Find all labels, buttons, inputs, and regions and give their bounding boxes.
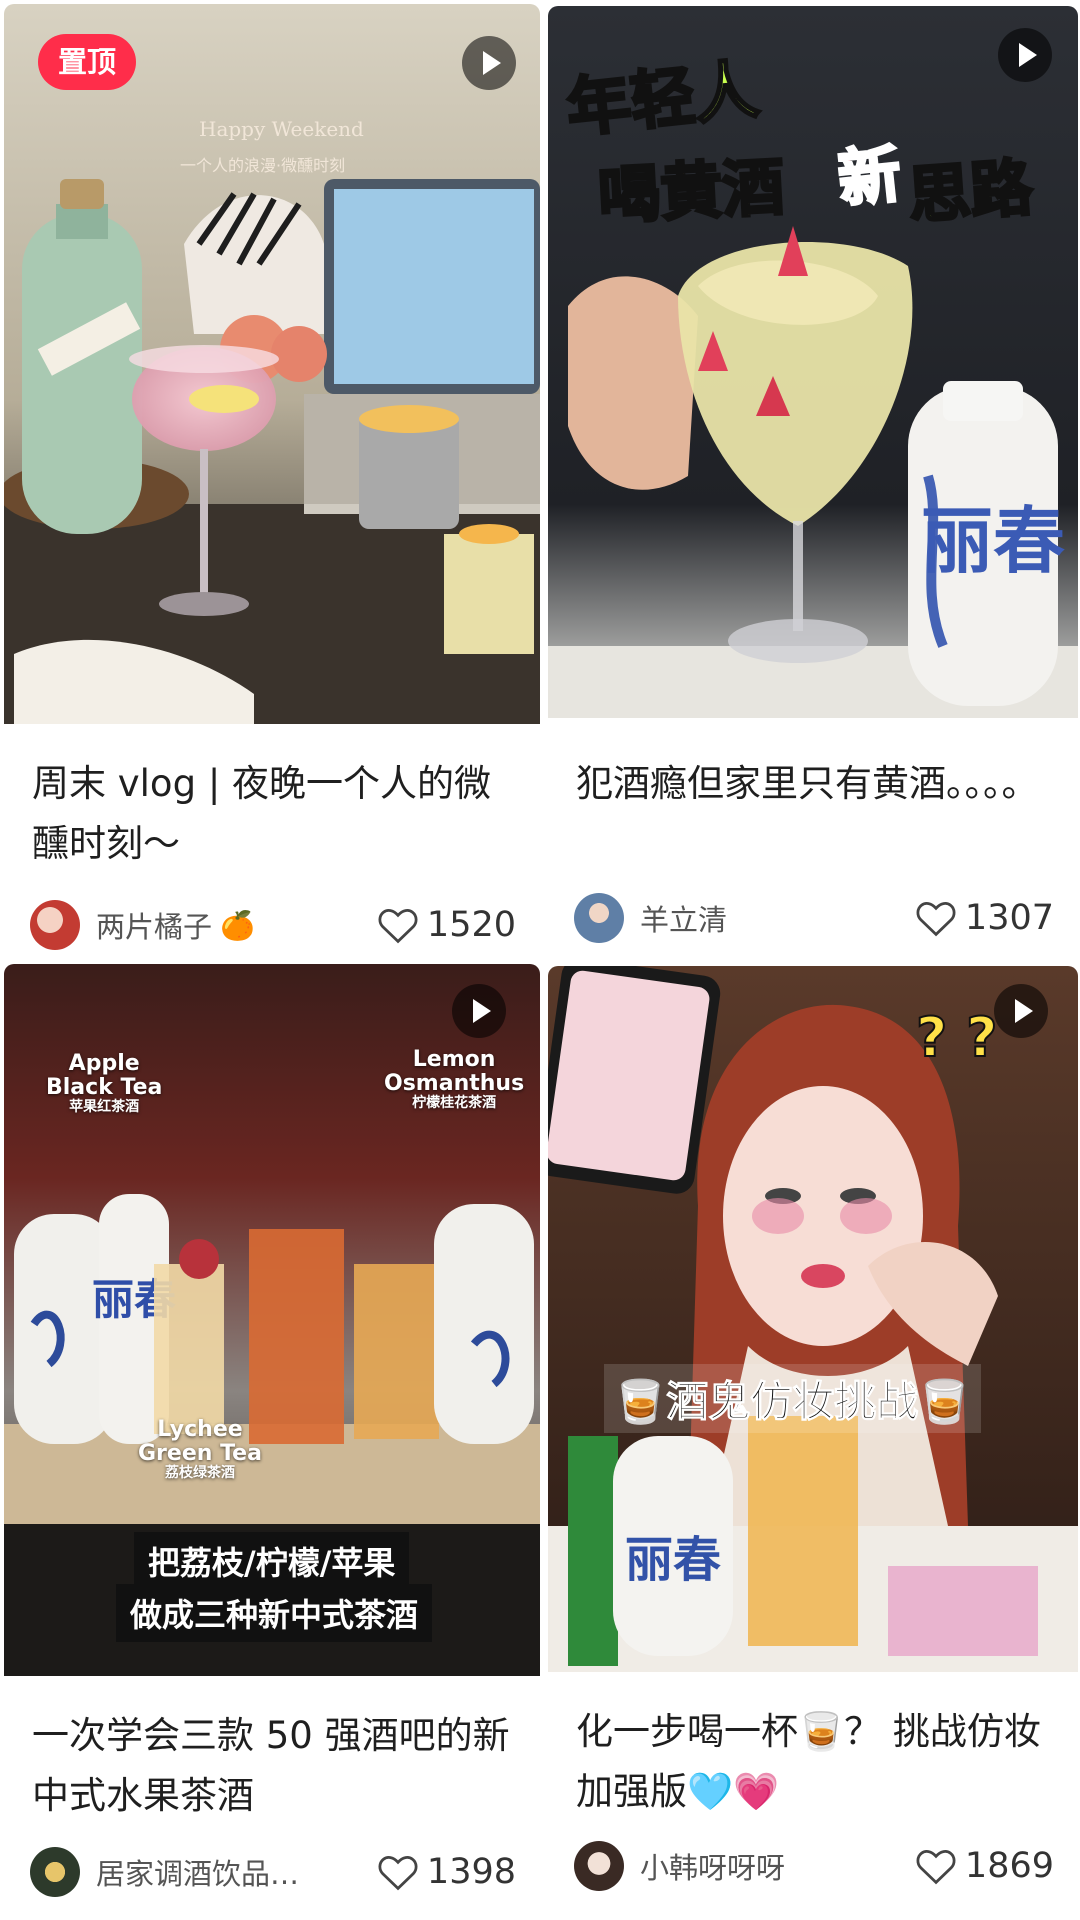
feed-card-3[interactable]: 丽春 Apple Black Tea 苹果红茶酒 Lemon Osmanthus… [4,964,540,1914]
label-lychee-green-tea: Lychee Green Tea 荔枝绿茶酒 [138,1417,262,1482]
caption-line-2: 做成三种新中式茶酒 [116,1584,433,1642]
caption-line-1: 把荔枝/柠檬/苹果 [134,1532,410,1590]
card-meta: 居家调酒饮品… 1398 [30,1844,516,1900]
play-icon[interactable] [998,28,1052,82]
like-count: 1520 [426,905,516,945]
like-count: 1869 [964,1846,1054,1886]
like-button[interactable]: 1307 [915,898,1054,938]
like-button[interactable]: 1398 [377,1852,516,1892]
avatar[interactable] [574,1841,624,1891]
card-thumbnail[interactable]: 丽春 Apple Black Tea 苹果红茶酒 Lemon Osmanthus… [4,964,540,1676]
feed-card-1[interactable]: 置顶 Happy Weekend 一个人的浪漫·微醺时刻 周末 vlog | 夜… [4,4,540,950]
author-name[interactable]: 小韩呀呀呀 [640,1845,785,1887]
card-title[interactable]: 一次学会三款 50 强酒吧的新中式水果茶酒 [32,1706,516,1826]
author-name[interactable]: 两片橘子 [96,904,212,946]
card-thumbnail[interactable]: 丽春 年轻人 喝黄酒 新 思路 [548,6,1078,718]
play-icon[interactable] [462,36,516,90]
like-count: 1307 [964,898,1054,938]
bottle-brand-text: 丽春 [625,1532,721,1588]
play-icon[interactable] [994,984,1048,1038]
label-apple-black-tea: Apple Black Tea 苹果红茶酒 [46,1051,163,1116]
orange-emoji: 🍊 [220,908,255,942]
author-name[interactable]: 羊立清 [640,897,727,939]
thumbnail-image: 丽春 [548,966,1078,1672]
pinned-badge: 置顶 [38,34,136,90]
heart-icon [916,902,956,937]
feed-card-2[interactable]: 丽春 年轻人 喝黄酒 新 思路 犯酒瘾但家里只有黄酒。。。。 羊立清 1307 [548,6,1078,946]
challenge-caption: 🥃酒鬼仿妆挑战🥃 [604,1364,981,1433]
card-title[interactable]: 犯酒瘾但家里只有黄酒。。。。 [576,754,1054,814]
heart-icon [378,909,418,944]
avatar[interactable] [30,900,80,950]
author-name[interactable]: 居家调酒饮品… [96,1851,299,1893]
overlay-line-2a: 喝黄酒 [595,149,788,235]
overlay-line-2b: 新 [833,135,905,217]
avatar[interactable] [574,893,624,943]
heart-icon [378,1856,418,1891]
overlay-subtitle: 一个人的浪漫·微醺时刻 [180,156,346,175]
feed-card-4[interactable]: 丽春 ? ? 🥃酒鬼仿妆挑战🥃 化一步喝一杯🥃？ 挑战仿妆加强版🩵💗 小韩呀呀呀… [548,966,1078,1910]
card-thumbnail[interactable]: 置顶 Happy Weekend 一个人的浪漫·微醺时刻 [4,4,540,724]
card-title[interactable]: 周末 vlog | 夜晚一个人的微醺时刻～ [32,754,516,874]
card-meta: 两片橘子 🍊 1520 [30,897,516,950]
card-thumbnail[interactable]: 丽春 ? ? 🥃酒鬼仿妆挑战🥃 [548,966,1078,1672]
like-button[interactable]: 1869 [915,1846,1054,1886]
question-marks: ? ? [915,1005,998,1070]
like-button[interactable]: 1520 [377,905,516,945]
thumbnail-image [4,4,540,724]
heart-icon [916,1850,956,1885]
overlay-line-2c: 思路 [904,149,1036,233]
card-title[interactable]: 化一步喝一杯🥃？ 挑战仿妆加强版🩵💗 [576,1702,1054,1822]
like-count: 1398 [426,1852,516,1892]
avatar[interactable] [30,1847,80,1897]
bottle-brand-text: 丽春 [921,498,1065,583]
overlay-title: Happy Weekend [199,117,364,141]
label-lemon-osmanthus: Lemon Osmanthus 柠檬桂花茶酒 [384,1047,525,1112]
play-icon[interactable] [452,984,506,1038]
card-meta: 羊立清 1307 [574,890,1054,946]
card-meta: 小韩呀呀呀 1869 [574,1838,1054,1894]
